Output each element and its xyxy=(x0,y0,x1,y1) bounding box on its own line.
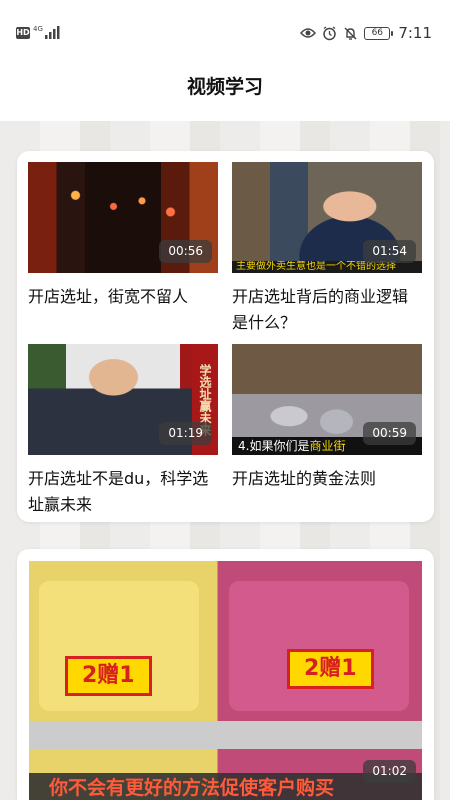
duration-badge: 00:59 xyxy=(363,422,416,445)
page-title: 视频学习 xyxy=(186,76,263,98)
status-bar: HD 4G 66 7:11 xyxy=(0,0,450,60)
video-title[interactable]: 开店选址的黄金法则 xyxy=(232,466,422,492)
alarm-icon xyxy=(323,25,337,40)
video-title[interactable]: 开店选址，街宽不留人 xyxy=(28,284,218,310)
duration-badge: 01:02 xyxy=(363,760,416,783)
video-title[interactable]: 开店选址背后的商业逻辑是什么？ xyxy=(232,284,422,336)
signal-icon: 4G xyxy=(33,25,60,39)
hd-badge: HD xyxy=(16,27,30,39)
battery-indicator: 66 xyxy=(364,26,394,40)
video-item[interactable]: 主要做外卖生意也是一个不错的选择 01:54 开店选址背后的商业逻辑是什么？ xyxy=(232,162,422,336)
video-item[interactable]: 4.如果你们是商业街 00:59 开店选址的黄金法则 xyxy=(232,344,422,492)
thumbnail-caption-highlight: 商业街 xyxy=(309,439,346,453)
clock: 7:11 xyxy=(398,24,432,42)
duration-badge: 01:19 xyxy=(159,422,212,445)
video-title[interactable]: 开店选址不是du，科学选址赢未来 xyxy=(28,466,218,518)
video-thumbnail[interactable]: 4.如果你们是商业街 00:59 xyxy=(232,344,422,455)
thumbnail-caption-prefix: 4.如果你们是 xyxy=(238,439,310,453)
featured-video-thumbnail[interactable]: 2赠1 2赠1 你不会有更好的方法促使客户购买 01:02 xyxy=(29,561,422,800)
mute-icon xyxy=(344,27,357,40)
eye-icon xyxy=(300,28,317,38)
header: 视频学习 xyxy=(0,60,450,120)
featured-video-card[interactable]: 2赠1 2赠1 你不会有更好的方法促使客户购买 01:02 xyxy=(17,549,434,800)
video-grid-card: 00:56 开店选址，街宽不留人 主要做外卖生意也是一个不错的选择 01:54 … xyxy=(17,151,434,522)
video-item[interactable]: 00:56 开店选址，街宽不留人 xyxy=(28,162,218,310)
shelf xyxy=(29,721,422,749)
promo-label: 2赠1 xyxy=(65,656,152,696)
video-item[interactable]: 学选址赢未来 01:19 开店选址不是du，科学选址赢未来 xyxy=(28,344,218,518)
product-image xyxy=(229,581,409,711)
video-thumbnail[interactable]: 主要做外卖生意也是一个不错的选择 01:54 xyxy=(232,162,422,273)
duration-badge: 00:56 xyxy=(159,240,212,263)
svg-text:4G: 4G xyxy=(33,25,43,33)
video-thumbnail[interactable]: 00:56 xyxy=(28,162,218,273)
promo-label: 2赠1 xyxy=(287,649,374,689)
duration-badge: 01:54 xyxy=(363,240,416,263)
video-thumbnail[interactable]: 学选址赢未来 01:19 xyxy=(28,344,218,455)
